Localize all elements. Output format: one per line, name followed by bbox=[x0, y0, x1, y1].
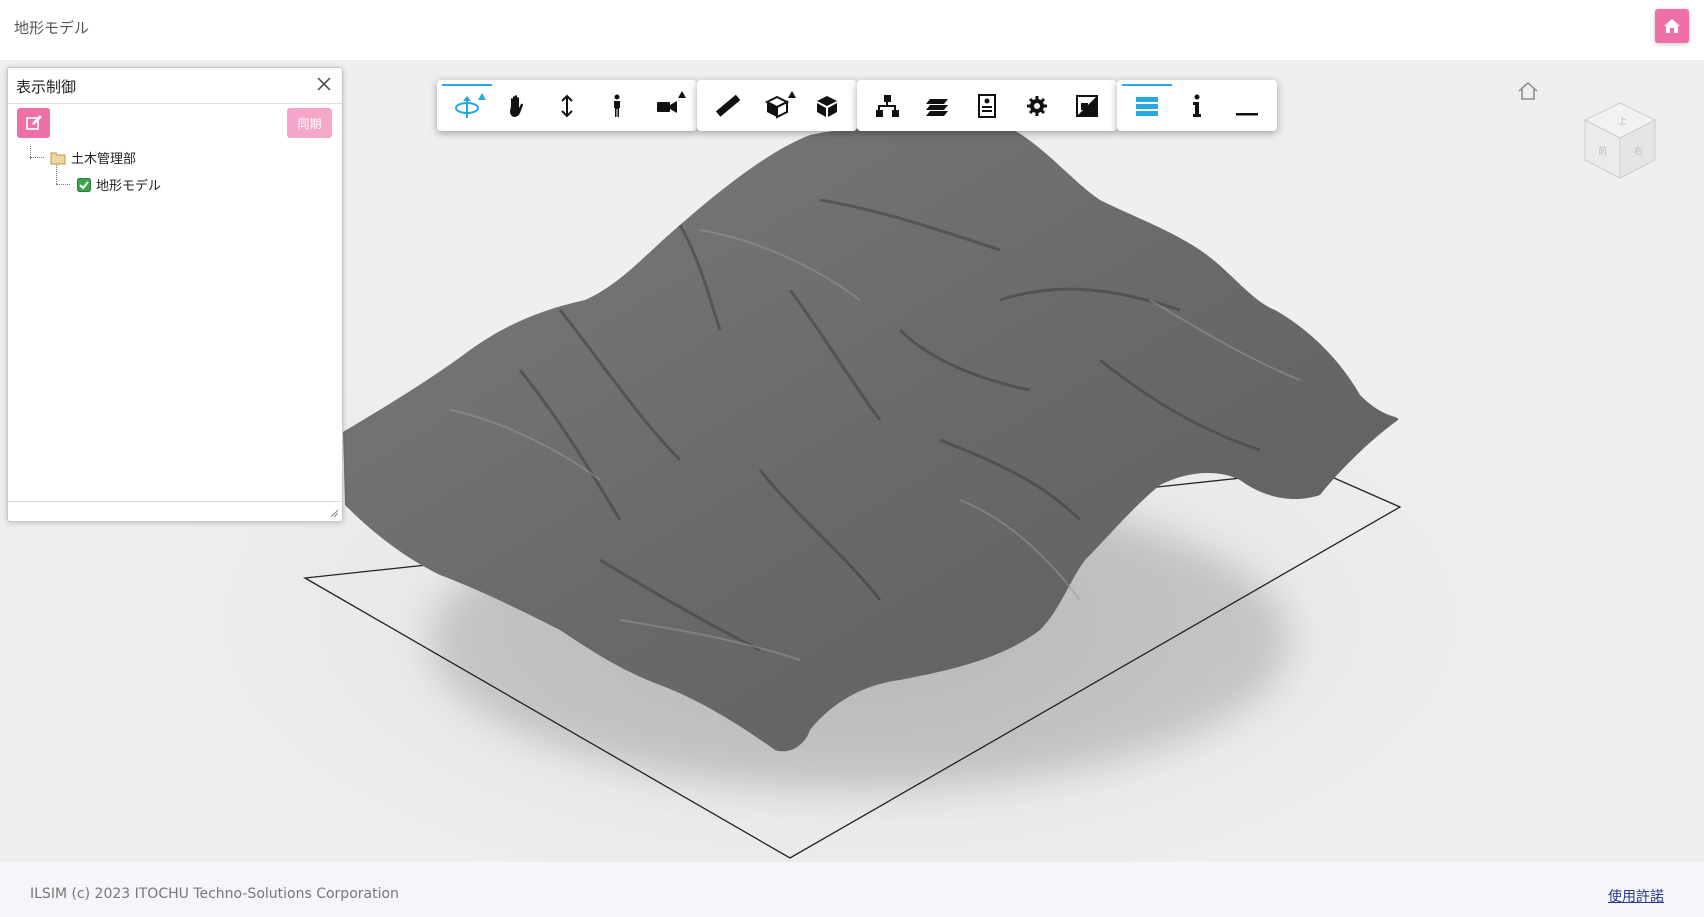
info-icon bbox=[1193, 94, 1201, 117]
navigation-toolbar bbox=[437, 80, 697, 131]
display-control-panel: 表示制御 同期 土木管理部 地形モデル bbox=[7, 67, 343, 522]
tree-node-label: 土木管理部 bbox=[71, 152, 137, 167]
tree-node-civil-dept[interactable]: 土木管理部 bbox=[20, 144, 161, 171]
page-title: 地形モデル bbox=[14, 19, 90, 37]
home-button[interactable] bbox=[1655, 9, 1689, 43]
layers-icon bbox=[926, 98, 948, 116]
layers-button[interactable] bbox=[912, 84, 962, 127]
camera-icon bbox=[657, 100, 677, 113]
tree-hierarchy-icon bbox=[876, 94, 899, 117]
model-toolbar bbox=[857, 80, 1117, 131]
list-panel-icon bbox=[1136, 96, 1158, 116]
edit-icon bbox=[25, 115, 42, 130]
settings-button[interactable] bbox=[1012, 84, 1062, 127]
checkbox-icon[interactable] bbox=[77, 177, 91, 192]
cube-icon bbox=[817, 95, 837, 117]
walk-button[interactable] bbox=[592, 84, 642, 127]
pan-button[interactable] bbox=[492, 84, 542, 127]
viewcube-front-label: 前 bbox=[1598, 145, 1607, 157]
measure-toolbar bbox=[697, 80, 857, 131]
properties-icon bbox=[978, 93, 996, 118]
info-button[interactable] bbox=[1172, 84, 1222, 127]
panel-title: 表示制御 bbox=[16, 78, 77, 96]
render-mode-icon bbox=[1076, 94, 1098, 117]
tree-button[interactable] bbox=[862, 84, 912, 127]
license-link[interactable]: 使用許諾 bbox=[1608, 886, 1664, 906]
render-mode-button[interactable] bbox=[1062, 84, 1112, 127]
cube-button[interactable] bbox=[802, 84, 852, 127]
viewcube-top-label: 上 bbox=[1618, 116, 1627, 127]
layer-tree: 土木管理部 地形モデル bbox=[20, 144, 161, 198]
copyright-text: ILSIM (c) 2023 ITOCHU Techno-Solutions C… bbox=[30, 886, 399, 902]
section-box-icon bbox=[764, 95, 790, 119]
measure-button[interactable] bbox=[702, 84, 752, 127]
app-footer: ILSIM (c) 2023 ITOCHU Techno-Solutions C… bbox=[0, 862, 1704, 917]
vertical-move-icon bbox=[561, 94, 573, 117]
app-header: 地形モデル bbox=[0, 0, 1704, 60]
walk-person-icon bbox=[614, 94, 620, 117]
vertical-move-button[interactable] bbox=[542, 84, 592, 127]
resize-handle-icon[interactable] bbox=[330, 509, 339, 518]
minimize-button[interactable] bbox=[1222, 84, 1272, 127]
view-cube[interactable]: 上 前 右 bbox=[1580, 98, 1660, 188]
properties-button[interactable] bbox=[962, 84, 1012, 127]
viewcube-right-label: 右 bbox=[1634, 145, 1643, 157]
minimize-icon bbox=[1236, 112, 1258, 115]
panel-footer bbox=[8, 501, 342, 521]
orbit-button[interactable] bbox=[442, 84, 492, 127]
orbit-icon bbox=[455, 95, 479, 118]
tree-node-terrain-model[interactable]: 地形モデル bbox=[20, 165, 162, 198]
close-icon[interactable] bbox=[316, 76, 332, 92]
folder-icon bbox=[50, 152, 66, 164]
list-panel-button[interactable] bbox=[1122, 84, 1172, 127]
tree-node-label: 地形モデル bbox=[96, 179, 162, 194]
pan-hand-icon bbox=[510, 94, 523, 117]
home-icon bbox=[1664, 19, 1680, 33]
panel-toolbar bbox=[1117, 80, 1277, 131]
home-view-icon[interactable] bbox=[1517, 81, 1539, 101]
camera-button[interactable] bbox=[642, 84, 692, 127]
section-box-button[interactable] bbox=[752, 84, 802, 127]
edit-button[interactable] bbox=[17, 108, 50, 138]
settings-gear-icon bbox=[1027, 95, 1047, 116]
panel-header: 表示制御 bbox=[8, 68, 342, 104]
measure-ruler-icon bbox=[715, 94, 740, 117]
sync-button[interactable]: 同期 bbox=[287, 108, 332, 138]
